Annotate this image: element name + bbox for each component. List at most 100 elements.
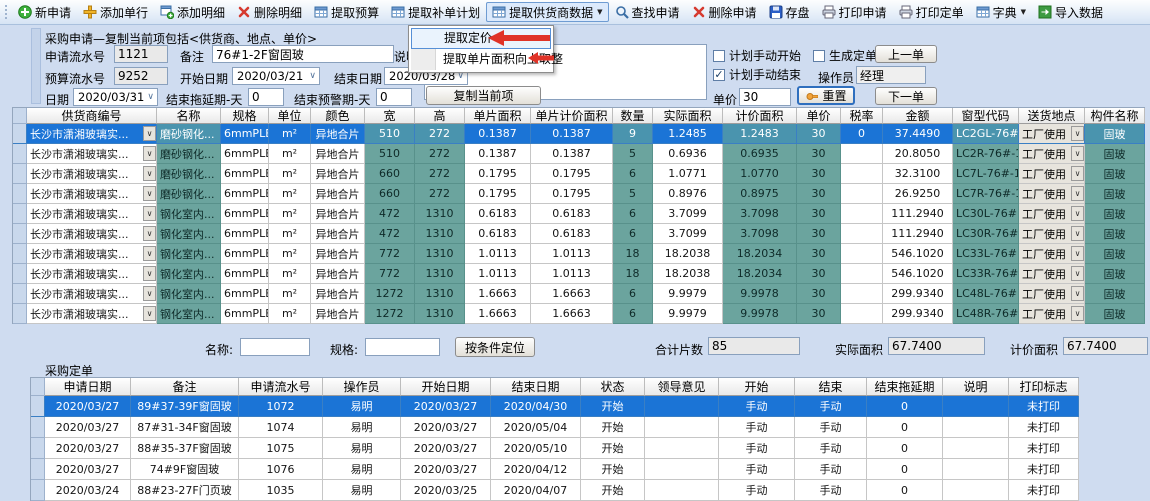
main-cell[interactable]: 9.9978 xyxy=(723,304,797,324)
row-header[interactable] xyxy=(13,264,27,284)
main-table-row[interactable]: 长沙市潇湘玻璃实...∨磨砂钢化...6mmPLE...m²异地合片510272… xyxy=(13,124,1145,144)
main-cell[interactable]: 钢化室内... xyxy=(157,264,221,284)
main-cell[interactable]: 0.1387 xyxy=(531,144,613,164)
apply-no-field[interactable] xyxy=(114,45,168,63)
main-cell[interactable]: 30 xyxy=(797,144,841,164)
main-column-header[interactable]: 送货地点 xyxy=(1019,108,1085,124)
main-cell[interactable]: 660 xyxy=(365,164,415,184)
orders-cell[interactable]: 未打印 xyxy=(1009,417,1079,438)
main-cell[interactable]: 510 xyxy=(365,144,415,164)
orders-cell[interactable]: 2020/05/04 xyxy=(491,417,581,438)
orders-column-header[interactable]: 状态 xyxy=(581,378,645,396)
orders-cell[interactable] xyxy=(943,459,1009,480)
main-cell[interactable]: 3.7098 xyxy=(723,204,797,224)
row-header[interactable] xyxy=(13,144,27,164)
main-cell[interactable]: 钢化室内... xyxy=(157,244,221,264)
orders-cell[interactable]: 易明 xyxy=(323,438,401,459)
main-cell[interactable]: 6 xyxy=(613,284,653,304)
main-column-header[interactable]: 规格 xyxy=(221,108,269,124)
main-cell[interactable]: 1.2485 xyxy=(653,124,723,144)
orders-column-header[interactable]: 领导意见 xyxy=(645,378,719,396)
main-cell[interactable]: 472 xyxy=(365,224,415,244)
toolbar-item-delete-detail[interactable]: 删除明细 xyxy=(231,2,308,22)
dropdown-arrow-icon[interactable]: ∨ xyxy=(1071,166,1084,181)
orders-cell[interactable]: 手动 xyxy=(719,396,795,417)
orders-table-row[interactable]: 2020/03/2788#35-37F窗固玻1075易明2020/03/2720… xyxy=(31,438,1079,459)
main-table-row[interactable]: 长沙市潇湘玻璃实...∨磨砂钢化...6mmPLE...m²异地合片660272… xyxy=(13,164,1145,184)
orders-cell[interactable]: 1074 xyxy=(239,417,323,438)
orders-cell[interactable]: 2020/03/24 xyxy=(45,480,131,501)
toolbar-item-new-request[interactable]: 新申请 xyxy=(12,2,77,22)
orders-cell[interactable]: 2020/03/27 xyxy=(401,396,491,417)
toolbar-item-delete-request[interactable]: 删除申请 xyxy=(686,2,763,22)
delivery-combo[interactable]: 工厂使用∨ xyxy=(1019,184,1085,204)
main-cell[interactable]: m² xyxy=(269,284,311,304)
warn-field[interactable] xyxy=(376,88,412,106)
main-cell[interactable]: m² xyxy=(269,264,311,284)
toolbar-item-extract-supplement-plan[interactable]: 提取补单计划 xyxy=(385,2,486,22)
orders-cell[interactable]: 1035 xyxy=(239,480,323,501)
dropdown-arrow-icon[interactable]: ∨ xyxy=(1071,306,1084,321)
row-header[interactable] xyxy=(13,184,27,204)
row-header[interactable] xyxy=(13,304,27,324)
orders-column-header[interactable]: 结束拖延期 xyxy=(867,378,943,396)
orders-cell[interactable]: 手动 xyxy=(795,438,867,459)
dropdown-arrow-icon[interactable]: ∨ xyxy=(1071,146,1084,161)
dropdown-arrow-icon[interactable]: ∨ xyxy=(143,246,156,261)
orders-column-header[interactable]: 申请日期 xyxy=(45,378,131,396)
orders-table-row[interactable]: 2020/03/2488#23-27F门页玻1035易明2020/03/2520… xyxy=(31,480,1079,501)
main-cell[interactable]: 1.0113 xyxy=(465,264,531,284)
main-cell[interactable]: 30 xyxy=(797,224,841,244)
main-cell[interactable]: 30 xyxy=(797,244,841,264)
main-cell[interactable]: 0.1387 xyxy=(465,124,531,144)
main-cell[interactable]: 20.8050 xyxy=(883,144,953,164)
main-column-header[interactable]: 单片计价面积 xyxy=(531,108,613,124)
main-table-row[interactable]: 长沙市潇湘玻璃实...∨钢化室内...6mmPLE...m²异地合片127213… xyxy=(13,284,1145,304)
main-cell[interactable]: 111.2940 xyxy=(883,204,953,224)
main-column-header[interactable]: 构件名称 xyxy=(1085,108,1145,124)
main-cell[interactable]: 磨砂钢化... xyxy=(157,144,221,164)
orders-cell[interactable]: 0 xyxy=(867,396,943,417)
main-cell[interactable] xyxy=(841,264,883,284)
row-header[interactable] xyxy=(31,480,45,501)
orders-cell[interactable]: 易明 xyxy=(323,480,401,501)
operator-field[interactable] xyxy=(856,66,926,84)
main-cell[interactable]: 磨砂钢化... xyxy=(157,164,221,184)
dropdown-arrow-icon[interactable]: ∨ xyxy=(143,286,156,301)
main-cell[interactable]: 固玻 xyxy=(1085,284,1145,304)
orders-cell[interactable]: 手动 xyxy=(719,417,795,438)
main-cell[interactable]: 固玻 xyxy=(1085,124,1145,144)
main-cell[interactable]: m² xyxy=(269,124,311,144)
main-cell[interactable] xyxy=(841,224,883,244)
orders-cell[interactable]: 2020/04/07 xyxy=(491,480,581,501)
main-cell[interactable]: 固玻 xyxy=(1085,144,1145,164)
orders-cell[interactable]: 易明 xyxy=(323,396,401,417)
main-cell[interactable]: 异地合片 xyxy=(311,224,365,244)
orders-cell[interactable] xyxy=(943,438,1009,459)
main-cell[interactable]: 0.8976 xyxy=(653,184,723,204)
orders-cell[interactable]: 1072 xyxy=(239,396,323,417)
main-cell[interactable]: 18 xyxy=(613,264,653,284)
checkbox-generate-order[interactable]: 生成定单 xyxy=(813,47,877,64)
main-cell[interactable]: 0 xyxy=(841,124,883,144)
main-cell[interactable]: 固玻 xyxy=(1085,164,1145,184)
toolbar-item-add-single-row[interactable]: 添加单行 xyxy=(77,2,154,22)
main-cell[interactable]: 1.6663 xyxy=(465,304,531,324)
orders-cell[interactable]: 开始 xyxy=(581,459,645,480)
main-cell[interactable]: 5 xyxy=(613,144,653,164)
checkbox-plan-manual-start[interactable]: 计划手动开始 xyxy=(713,47,801,64)
orders-cell[interactable]: 2020/03/25 xyxy=(401,480,491,501)
main-table-row[interactable]: 长沙市潇湘玻璃实...∨磨砂钢化...6mmPLE...m²异地合片510272… xyxy=(13,144,1145,164)
dropdown-arrow-icon[interactable]: ∨ xyxy=(1071,206,1084,221)
orders-cell[interactable]: 开始 xyxy=(581,417,645,438)
chevron-down-icon[interactable]: ∨ xyxy=(309,71,316,81)
main-cell[interactable]: 1.0113 xyxy=(531,264,613,284)
orders-cell[interactable]: 0 xyxy=(867,417,943,438)
main-cell[interactable]: 111.2940 xyxy=(883,224,953,244)
orders-cell[interactable]: 未打印 xyxy=(1009,396,1079,417)
main-cell[interactable]: 6mmPLE... xyxy=(221,284,269,304)
orders-cell[interactable] xyxy=(943,480,1009,501)
delivery-combo[interactable]: 工厂使用∨ xyxy=(1019,244,1085,264)
main-cell[interactable]: m² xyxy=(269,164,311,184)
orders-cell[interactable]: 未打印 xyxy=(1009,459,1079,480)
